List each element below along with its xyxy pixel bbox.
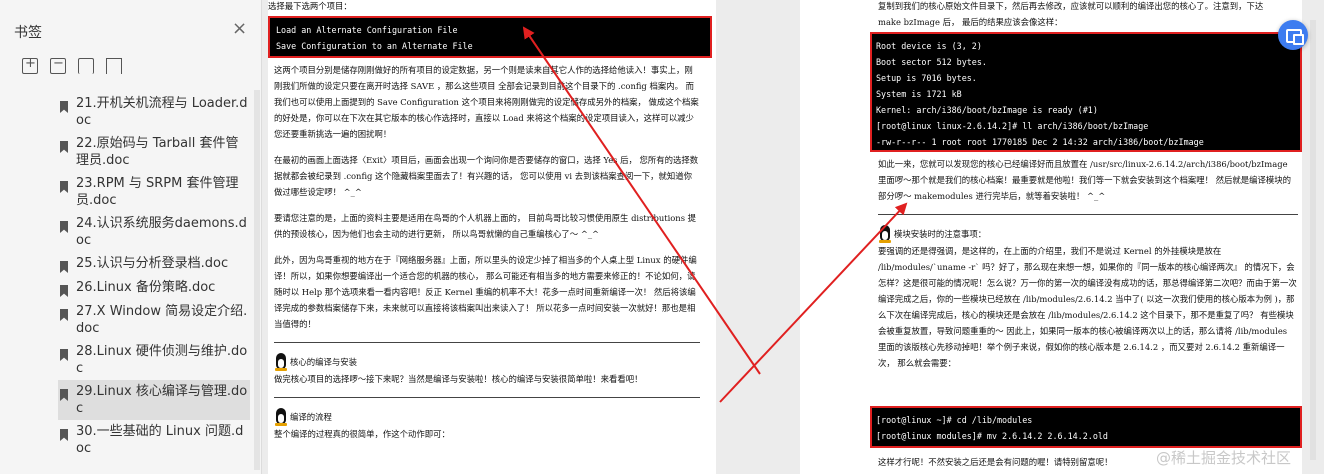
page-body: 这两个项目分别是储存刚刚做好的所有项目的设定数据，另一个则是读来自其它人作的选择…	[274, 62, 700, 452]
paragraph: 在最初的画面上面选择〈Exit〉项目后，画面会出现一个询问你是否要储存的窗口，选…	[274, 155, 699, 197]
bookmark-icon	[60, 141, 68, 153]
sidebar-bookmark-label: 29.Linux 核心编译与管理.doc	[76, 384, 248, 416]
sidebar-bookmark-item[interactable]: 27.X Window 简易设定介绍.doc	[58, 300, 250, 340]
menu-option-line: Load an Alternate Configuration File	[276, 25, 458, 35]
divider	[878, 214, 1298, 215]
penguin-icon	[878, 225, 892, 243]
collapse-all-icon[interactable]	[50, 56, 66, 74]
bookmark-icon	[60, 221, 68, 233]
terminal-line: Root device is (3, 2)	[876, 41, 982, 51]
penguin-icon	[274, 408, 288, 426]
penguin-icon	[274, 353, 288, 371]
menu-option-line: Save Configuration to an Alternate File	[276, 41, 473, 51]
bookmark-icon	[60, 309, 68, 321]
sidebar-bookmark-item[interactable]: 25.认识与分析登录档.doc	[58, 252, 250, 276]
document-page-left: 选择最下选两个项目： Load an Alternate Configurati…	[268, 0, 716, 474]
terminal-line: [root@linux ~]# cd /lib/modules	[876, 415, 1033, 425]
sidebar-bookmark-item[interactable]: 23.RPM 与 SRPM 套件管理员.doc	[58, 172, 250, 212]
section-heading-text: 模块安装时的注意事项：	[894, 229, 987, 239]
sidebar-bookmark-item[interactable]: 30.一些基础的 Linux 问题.doc	[58, 420, 250, 460]
terminal-line: -rw-r--r-- 1 root root 1770185 Dec 2 14:…	[876, 137, 1204, 147]
bookmark-icon	[60, 349, 68, 361]
watermark: @稀土掘金技术社区	[1156, 449, 1292, 467]
text-line: make bzImage 后， 最后的结果应该会像这样：	[878, 17, 1063, 27]
highlighted-terminal-commands: [root@linux ~]# cd /lib/modules [root@li…	[870, 406, 1302, 448]
paragraph: 这样才行呢！不然安装之后还是会有问题的喔！请特别留意呢！	[878, 457, 1113, 467]
page-body: 如此一来，您就可以发现您的核心已经编译好而且放置在 /usr/src/linux…	[878, 156, 1298, 381]
sidebar-bookmark-item[interactable]: 21.开机关机流程与 Loader.doc	[58, 92, 250, 132]
close-icon[interactable]: ×	[232, 20, 247, 38]
bookmark-icon	[60, 101, 68, 113]
sidebar-scrollbar[interactable]	[254, 90, 260, 470]
terminal-line: Setup is 7016 bytes.	[876, 73, 977, 83]
paragraph: 如此一来，您就可以发现您的核心已经编译好而且放置在 /usr/src/linux…	[878, 159, 1292, 201]
bookmark-icon	[60, 285, 68, 297]
expand-all-icon[interactable]	[22, 56, 38, 74]
section-heading: 模块安装时的注意事项：	[878, 225, 1298, 243]
sidebar-bookmark-label: 30.一些基础的 Linux 问题.doc	[76, 424, 244, 456]
terminal-line: [root@linux modules]# mv 2.6.14.2 2.6.14…	[876, 431, 1108, 441]
terminal-line: System is 1721 kB	[876, 89, 962, 99]
bookmark-list: 21.开机关机流程与 Loader.doc 22.原始码与 Tarball 套件管…	[58, 92, 250, 460]
paragraph: 要请您注意的是，上面的资料主要是适用在鸟哥的个人机器上面的， 目前鸟哥比较习惯使…	[274, 213, 697, 239]
section-heading-text: 核心的编译与安装	[290, 357, 357, 367]
sidebar-bookmark-item[interactable]: 29.Linux 核心编译与管理.doc	[58, 380, 250, 420]
sidebar-toolbar	[22, 56, 122, 74]
highlighted-terminal-output: Root device is (3, 2) Boot sector 512 by…	[870, 32, 1302, 152]
section-heading: 核心的编译与安装	[274, 353, 700, 371]
paragraph: 要强调的还是得强调，是这样的，在上面的介绍里，我们不是说过 Kernel 的外挂…	[878, 246, 1297, 368]
sidebar-bookmark-item[interactable]: 26.Linux 备份策略.doc	[58, 276, 250, 300]
sidebar-bookmark-label: 24.认识系统服务daemons.doc	[76, 216, 247, 248]
page-head: 复制到我们的核心原始文件目录下，然后再去修改，应该就可以顺利的编译出您的核心了。…	[878, 0, 1298, 30]
sidebar-title: 书签	[14, 25, 42, 41]
bookmark-icon	[60, 429, 68, 441]
terminal-line: [root@linux linux-2.6.14.2]# ll arch/i38…	[876, 121, 1149, 131]
section-heading-text: 编译的流程	[290, 412, 332, 422]
bookmark-icon	[60, 181, 68, 193]
sidebar-bookmark-label: 22.原始码与 Tarball 套件管理员.doc	[76, 136, 239, 168]
sidebar-bookmark-item[interactable]: 28.Linux 硬件侦测与维护.doc	[58, 340, 250, 380]
highlighted-menu-options: Load an Alternate Configuration File Sav…	[268, 16, 712, 58]
divider	[274, 397, 700, 398]
bookmark-icon	[60, 389, 68, 401]
sidebar-bookmark-label: 28.Linux 硬件侦测与维护.doc	[76, 344, 248, 376]
page-top-line: 选择最下选两个项目：	[268, 1, 352, 11]
text-line: 复制到我们的核心原始文件目录下，然后再去修改，应该就可以顺利的编译出您的核心了。…	[878, 1, 1264, 11]
sidebar-bookmark-label: 21.开机关机流程与 Loader.doc	[76, 96, 248, 128]
paragraph: 整个编译的过程真的很简单，作这个动作即可：	[274, 429, 450, 439]
terminal-line: Boot sector 512 bytes.	[876, 57, 987, 67]
paragraph: 此外，因为鸟哥重视的地方在于『网络服务器』上面，所以里头的设定少掉了相当多的个人…	[274, 255, 697, 329]
sidebar-bookmark-label: 25.认识与分析登录档.doc	[76, 256, 229, 271]
document-scrollbar[interactable]	[1310, 20, 1316, 460]
sidebar-bookmark-item[interactable]: 24.认识系统服务daemons.doc	[58, 212, 250, 252]
divider	[274, 342, 700, 343]
sidebar-bookmark-label: 26.Linux 备份策略.doc	[76, 280, 216, 295]
paragraph: 做完核心项目的选择啰～接下来呢？当然是编译与安装啦！核心的编译与安装很简单啦！来…	[274, 374, 643, 384]
sidebar-bookmark-label: 27.X Window 简易设定介绍.doc	[76, 304, 248, 336]
add-bookmark-icon[interactable]	[78, 58, 94, 74]
section-heading: 编译的流程	[274, 408, 700, 426]
bookmark-sidebar: 书签 × 21.开机关机流程与 Loader.doc 22.原始码与 Tarbal…	[0, 0, 262, 474]
sidebar-bookmark-item[interactable]: 22.原始码与 Tarball 套件管理员.doc	[58, 132, 250, 172]
floating-action-button[interactable]	[1278, 20, 1308, 50]
sidebar-bookmark-label: 23.RPM 与 SRPM 套件管理员.doc	[76, 176, 239, 208]
bookmark-icon[interactable]	[106, 58, 122, 74]
document-page-right: 复制到我们的核心原始文件目录下，然后再去修改，应该就可以顺利的编译出您的核心了。…	[800, 0, 1302, 474]
terminal-line: Kernel: arch/i386/boot/bzImage is ready …	[876, 105, 1098, 115]
bookmark-icon	[60, 261, 68, 273]
paragraph: 这两个项目分别是储存刚刚做好的所有项目的设定数据，另一个则是读来自其它人作的选择…	[274, 65, 699, 139]
